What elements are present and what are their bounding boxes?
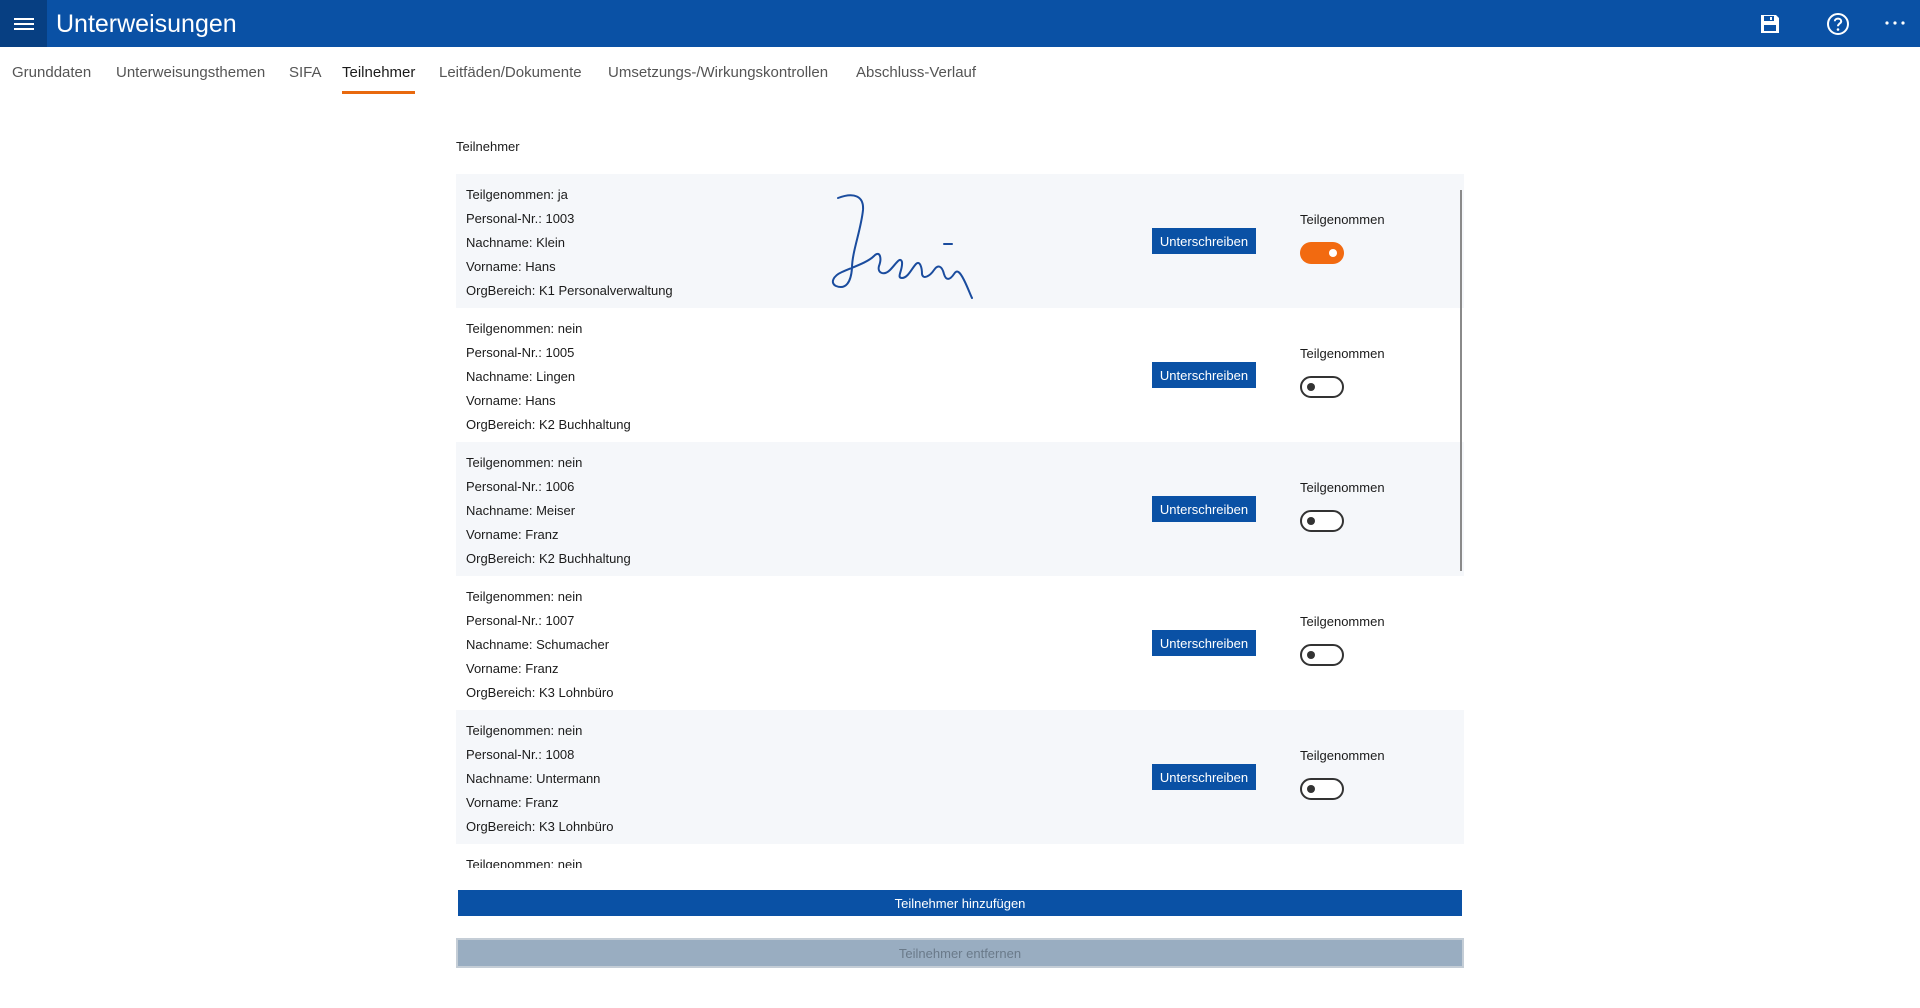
tab-teilnehmer[interactable]: Teilnehmer: [342, 63, 415, 83]
orgbereich-text: OrgBereich: K1 Personalverwaltung: [466, 283, 673, 298]
sign-button[interactable]: Unterschreiben: [1152, 228, 1256, 254]
hamburger-icon[interactable]: [0, 0, 47, 47]
teilgenommen-toggle[interactable]: [1300, 242, 1344, 264]
section-title: Teilnehmer: [456, 139, 520, 154]
participant-row: Teilgenommen: nein: [456, 844, 1464, 868]
teilgenommen-text: Teilgenommen: nein: [466, 857, 583, 868]
tab-grunddaten[interactable]: Grunddaten: [12, 63, 91, 83]
participant-row: Teilgenommen: nein Personal-Nr.: 1005 Na…: [456, 308, 1464, 442]
tab-leitfaeden-dokumente[interactable]: Leitfäden/Dokumente: [439, 63, 582, 83]
nachname-text: Nachname: Klein: [466, 235, 565, 250]
active-tab-indicator: [342, 91, 415, 94]
participant-row: Teilgenommen: nein Personal-Nr.: 1007 Na…: [456, 576, 1464, 710]
help-icon[interactable]: [1823, 9, 1853, 39]
personal-nr-text: Personal-Nr.: 1006: [466, 479, 575, 494]
tab-unterweisungsthemen[interactable]: Unterweisungsthemen: [116, 63, 265, 83]
nachname-text: Nachname: Untermann: [466, 771, 601, 786]
app-title: Unterweisungen: [56, 10, 237, 38]
add-participant-button[interactable]: Teilnehmer hinzufügen: [458, 890, 1462, 916]
teilgenommen-toggle-label: Teilgenommen: [1300, 212, 1385, 227]
tab-bar: Grunddaten Unterweisungsthemen SIFA Teil…: [0, 47, 1920, 97]
teilgenommen-toggle-label: Teilgenommen: [1300, 346, 1385, 361]
tab-abschluss-verlauf[interactable]: Abschluss-Verlauf: [856, 63, 976, 83]
title-bar: Unterweisungen: [0, 0, 1920, 47]
nachname-text: Nachname: Schumacher: [466, 637, 610, 652]
participant-list[interactable]: Teilgenommen: ja Personal-Nr.: 1003 Nach…: [456, 174, 1464, 868]
more-icon[interactable]: [1880, 9, 1910, 39]
teilgenommen-toggle[interactable]: [1300, 644, 1344, 666]
teilgenommen-text: Teilgenommen: nein: [466, 589, 583, 604]
teilgenommen-text: Teilgenommen: ja: [466, 187, 568, 202]
orgbereich-text: OrgBereich: K3 Lohnbüro: [466, 819, 614, 834]
orgbereich-text: OrgBereich: K2 Buchhaltung: [466, 417, 631, 432]
participant-row: Teilgenommen: nein Personal-Nr.: 1008 Na…: [456, 710, 1464, 844]
teilgenommen-toggle[interactable]: [1300, 376, 1344, 398]
teilgenommen-toggle-label: Teilgenommen: [1300, 480, 1385, 495]
vorname-text: Vorname: Hans: [466, 393, 556, 408]
participant-row: Teilgenommen: ja Personal-Nr.: 1003 Nach…: [456, 174, 1464, 308]
personal-nr-text: Personal-Nr.: 1007: [466, 613, 575, 628]
teilgenommen-text: Teilgenommen: nein: [466, 321, 583, 336]
orgbereich-text: OrgBereich: K3 Lohnbüro: [466, 685, 614, 700]
teilgenommen-text: Teilgenommen: nein: [466, 455, 583, 470]
teilgenommen-toggle-label: Teilgenommen: [1300, 614, 1385, 629]
remove-participant-button[interactable]: Teilnehmer entfernen: [456, 938, 1464, 968]
sign-button[interactable]: Unterschreiben: [1152, 630, 1256, 656]
vorname-text: Vorname: Franz: [466, 795, 559, 810]
orgbereich-text: OrgBereich: K2 Buchhaltung: [466, 551, 631, 566]
vorname-text: Vorname: Hans: [466, 259, 556, 274]
participant-row: Teilgenommen: nein Personal-Nr.: 1006 Na…: [456, 442, 1464, 576]
teilgenommen-toggle[interactable]: [1300, 510, 1344, 532]
teilgenommen-toggle-label: Teilgenommen: [1300, 748, 1385, 763]
teilgenommen-toggle[interactable]: [1300, 778, 1344, 800]
signature-image: [831, 194, 973, 299]
sign-button[interactable]: Unterschreiben: [1152, 362, 1256, 388]
tab-umsetzungs-wirkungskontrollen[interactable]: Umsetzungs-/Wirkungskontrollen: [608, 63, 828, 83]
vorname-text: Vorname: Franz: [466, 661, 559, 676]
nachname-text: Nachname: Lingen: [466, 369, 576, 384]
personal-nr-text: Personal-Nr.: 1005: [466, 345, 575, 360]
tab-sifa[interactable]: SIFA: [289, 63, 322, 83]
list-scrollbar[interactable]: [1460, 190, 1462, 571]
vorname-text: Vorname: Franz: [466, 527, 559, 542]
nachname-text: Nachname: Meiser: [466, 503, 576, 518]
personal-nr-text: Personal-Nr.: 1008: [466, 747, 575, 762]
personal-nr-text: Personal-Nr.: 1003: [466, 211, 575, 226]
sign-button[interactable]: Unterschreiben: [1152, 496, 1256, 522]
save-icon[interactable]: [1755, 9, 1785, 39]
sign-button[interactable]: Unterschreiben: [1152, 764, 1256, 790]
teilgenommen-text: Teilgenommen: nein: [466, 723, 583, 738]
